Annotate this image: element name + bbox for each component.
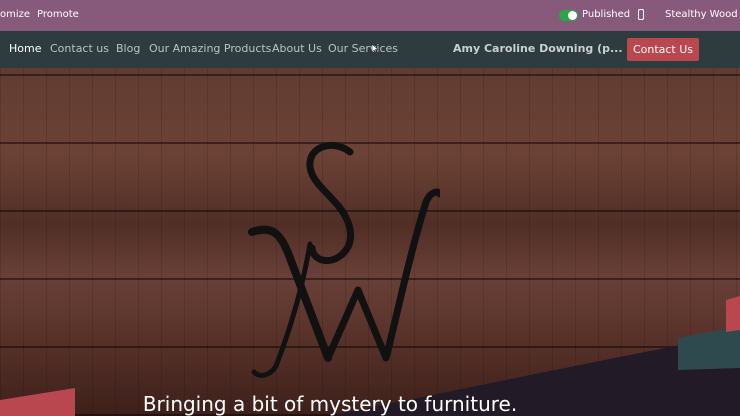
nav-about-us[interactable]: About Us bbox=[272, 42, 322, 55]
nav-contact-us[interactable]: Contact us bbox=[50, 42, 109, 55]
published-label: Published bbox=[582, 9, 631, 20]
hero-banner: Bringing a bit of mystery to furniture. bbox=[0, 68, 740, 416]
accent-shape-right bbox=[726, 296, 740, 332]
user-name: Amy Caroline Downing (p... bbox=[453, 42, 623, 55]
stealthy-wood-logo bbox=[248, 141, 440, 378]
customize-menu[interactable]: omize bbox=[0, 9, 30, 20]
published-toggle[interactable] bbox=[559, 10, 578, 21]
nav-blog[interactable]: Blog bbox=[116, 42, 140, 55]
nav-our-services[interactable]: Our Services bbox=[328, 42, 398, 55]
user-menu[interactable]: Amy Caroline Downing (p... bbox=[453, 42, 637, 55]
mobile-preview-icon[interactable] bbox=[638, 9, 644, 20]
nav-our-amazing-products[interactable]: Our Amazing Products bbox=[149, 42, 271, 55]
mouse-cursor-icon bbox=[372, 44, 378, 52]
nav-home[interactable]: Home bbox=[9, 42, 41, 55]
promote-menu[interactable]: Promote bbox=[37, 9, 79, 20]
website-name: Stealthy Wood bbox=[665, 9, 738, 20]
contact-us-button[interactable]: Contact Us bbox=[627, 38, 699, 61]
teal-angled-shape bbox=[678, 326, 740, 370]
hero-tagline: Bringing a bit of mystery to furniture. bbox=[142, 392, 518, 416]
editor-top-bar: omize Promote Published Stealthy Wood bbox=[0, 0, 740, 31]
website-switcher[interactable]: Stealthy Wood bbox=[665, 9, 740, 20]
